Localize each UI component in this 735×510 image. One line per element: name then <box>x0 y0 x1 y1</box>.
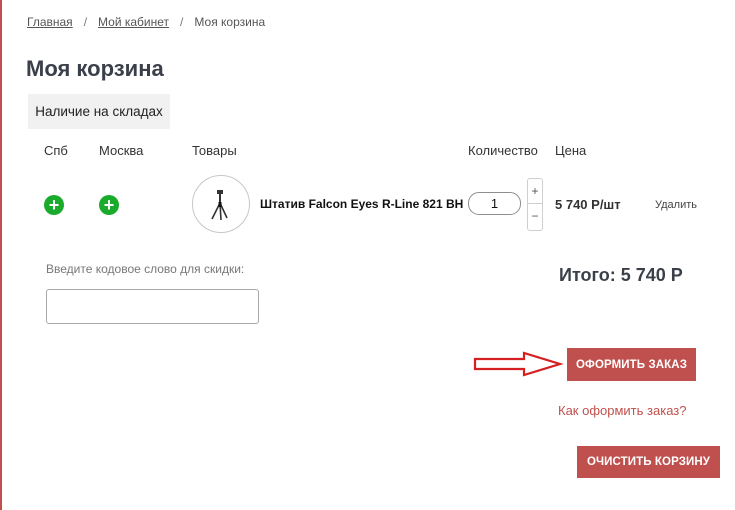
moscow-available-icon: + <box>99 195 119 215</box>
clear-cart-button[interactable]: ОЧИСТИТЬ КОРЗИНУ <box>577 446 720 478</box>
column-header-price: Цена <box>555 143 587 158</box>
breadcrumb-home-link[interactable]: Главная <box>27 15 73 29</box>
delete-item-link[interactable]: Удалить <box>655 199 697 211</box>
left-border <box>0 0 2 510</box>
quantity-increase-button[interactable]: + <box>528 179 542 204</box>
promo-code-label: Введите кодовое слово для скидки: <box>46 262 245 276</box>
quantity-stepper: + − <box>527 178 543 231</box>
breadcrumb-current: Моя корзина <box>194 15 266 29</box>
column-header-products: Товары <box>192 143 237 158</box>
breadcrumb: Главная / Мой кабинет / Моя корзина <box>27 15 265 29</box>
product-name[interactable]: Штатив Falcon Eyes R-Line 821 BH <box>260 197 463 211</box>
column-header-quantity: Количество <box>468 143 538 158</box>
stock-availability-tab[interactable]: Наличие на складах <box>28 94 170 129</box>
how-to-order-link[interactable]: Как оформить заказ? <box>558 403 686 418</box>
tripod-icon <box>211 190 228 221</box>
breadcrumb-separator: / <box>180 15 184 29</box>
column-header-spb: Спб <box>44 143 68 158</box>
breadcrumb-cabinet-link[interactable]: Мой кабинет <box>98 15 169 29</box>
cart-total: Итого: 5 740 Р <box>559 265 683 285</box>
promo-code-input[interactable] <box>46 289 259 324</box>
quantity-decrease-button[interactable]: − <box>528 204 542 228</box>
quantity-input[interactable] <box>468 192 521 215</box>
checkout-button[interactable]: ОФОРМИТЬ ЗАКАЗ <box>567 348 696 381</box>
breadcrumb-separator: / <box>83 15 88 29</box>
spb-available-icon: + <box>44 195 64 215</box>
item-price: 5 740 Р/шт <box>555 197 621 212</box>
product-image[interactable] <box>192 175 250 233</box>
column-header-moscow: Москва <box>99 143 144 158</box>
page-title: Моя корзина <box>26 56 164 81</box>
right-arrow-icon <box>473 351 564 377</box>
